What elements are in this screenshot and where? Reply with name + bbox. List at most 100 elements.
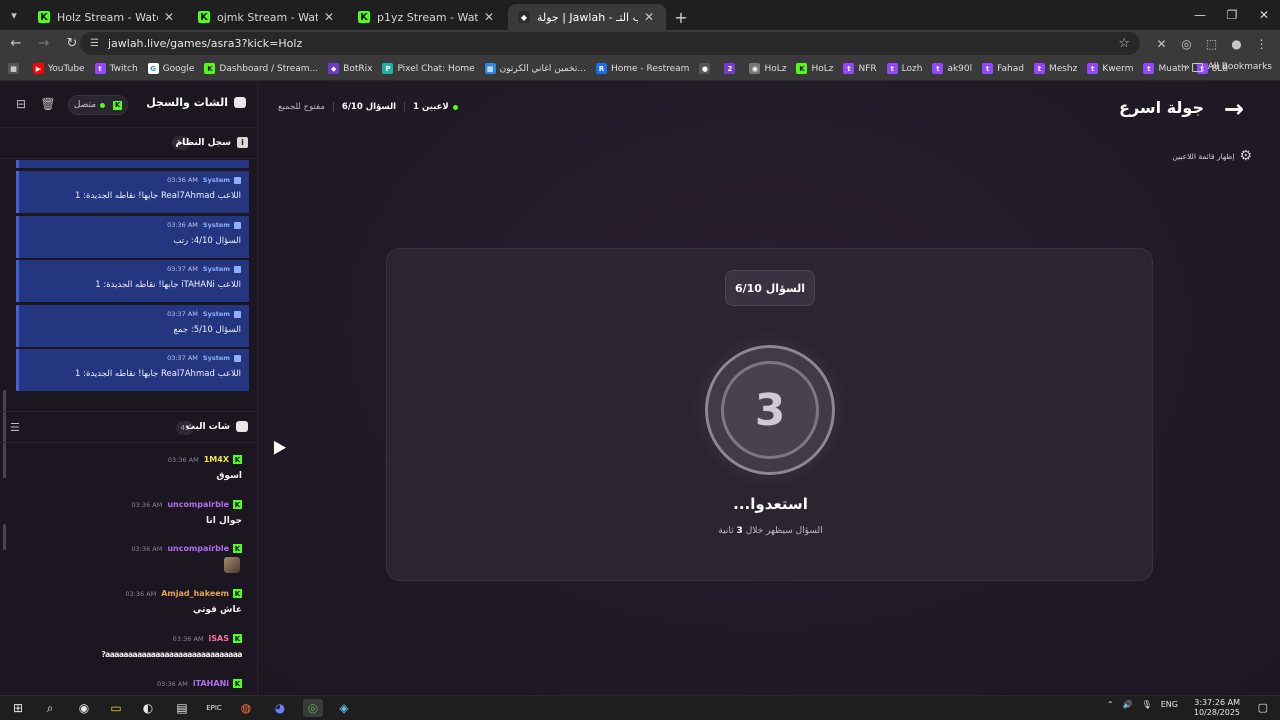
tab-strip: ▾ K Holz Stream - Watch Live on Ki ✕ K o… (0, 0, 1280, 30)
connection-badge: متصل K (68, 95, 128, 115)
steam-icon[interactable]: ◈ (334, 699, 354, 717)
terminal-icon[interactable]: ▤ (172, 699, 192, 717)
bookmark-ak90l[interactable]: t ak90l (932, 63, 972, 74)
close-tab-icon[interactable]: ✕ (162, 10, 176, 24)
forward-icon[interactable]: → (32, 32, 56, 56)
chat-message-text: جوال انا (206, 516, 242, 526)
app-icon[interactable]: ◐ (138, 699, 158, 717)
bookmark-youtube[interactable]: ▶ YouTube (33, 63, 85, 74)
countdown-circle: 3 (705, 345, 835, 475)
language-indicator[interactable]: ENG (1161, 700, 1178, 709)
bookmark-dashboard[interactable]: K Dashboard / Stream... (204, 63, 318, 74)
bookmark-star-icon[interactable]: ☆ (1118, 36, 1130, 51)
bookmark-meshz[interactable]: t Meshz (1033, 63, 1077, 74)
browser-toolbar: ← → ↻ ☰ jawlah.live/games/asra3?kick=Hol… (0, 30, 1280, 57)
back-arrow-icon[interactable]: → (1224, 97, 1244, 121)
chat-bubble-icon (236, 421, 248, 432)
chat-message: 03:36 AM uncompairble K جوال انا (131, 500, 242, 526)
pixel-chat-icon: P (382, 63, 394, 74)
close-tab-icon[interactable]: ✕ (322, 10, 336, 24)
bookmark-kwerm[interactable]: t Kwerm (1087, 63, 1133, 74)
twitch-icon: t (982, 63, 994, 74)
bookmark-restream[interactable]: R Home - Restream (595, 63, 689, 74)
obs-icon[interactable]: ◉ (74, 699, 94, 717)
collapse-sidebar-icon[interactable]: ⊟ (14, 97, 28, 111)
bookmark-pixel-chat[interactable]: P Pixel Chat: Home (382, 63, 475, 74)
chat-username[interactable]: uncompairble (167, 544, 229, 553)
system-message-text: اللاعب Real7Ahmad جابها! نقاطه الجديدة: … (75, 191, 241, 201)
browser-tab[interactable]: K p1yz Stream - Watch Live on Ki ✕ (348, 4, 506, 30)
show-players-button[interactable]: إظهار قائمة اللاعبين ⚙ (1172, 148, 1252, 164)
microphone-icon[interactable]: 🎙 (1142, 700, 1152, 709)
tab-search-icon[interactable]: ▾ (0, 0, 28, 30)
minimize-icon[interactable]: — (1184, 0, 1216, 30)
bookmark-lozh[interactable]: t Lozh (886, 63, 922, 74)
restore-icon[interactable]: ❐ (1216, 0, 1248, 30)
chat-layout-icon[interactable]: ☰ (10, 421, 20, 434)
site-info-icon[interactable]: ☰ (90, 38, 99, 49)
chat-message-text: ?aaaaaaaaaaaaaaaaaaaaaaaaaaaaaa (101, 650, 242, 659)
bookmark-fahad[interactable]: t Fahad (982, 63, 1024, 74)
bookmark-holz[interactable]: ◉ HoLz (749, 63, 786, 74)
close-tab-icon[interactable]: ✕ (642, 10, 656, 24)
volume-icon[interactable]: 🔊 (1123, 700, 1133, 709)
bookmark-muath[interactable]: t Muath (1143, 63, 1187, 74)
player-count: 1 لاعبين (413, 102, 449, 112)
close-tab-icon[interactable]: ✕ (482, 10, 496, 24)
system-message-text: السؤال 4/10: رتب (173, 236, 241, 246)
bookmark-cartoon-songs[interactable]: ▦ تخمين اغاني الكرتون... (484, 63, 586, 74)
close-window-icon[interactable]: ✕ (1248, 0, 1280, 30)
tray-overflow-icon[interactable]: ⌃ (1107, 700, 1114, 709)
game-area: مفتوح للجميع السؤال 6/10 1 لاعبين جولة ا… (258, 82, 1280, 695)
bookmark-twitch[interactable]: t Twitch (94, 63, 138, 74)
extensions-icon[interactable]: ⬚ (1199, 31, 1224, 56)
system-tray: ⌃ 🔊 🎙 ENG (1098, 700, 1178, 709)
taskbar-clock[interactable]: 3:37:26 AM 10/28/2025 (1194, 698, 1240, 718)
bookmark-google[interactable]: G Google (147, 63, 194, 74)
bookmark-holz-kick[interactable]: K HoLz (796, 63, 833, 74)
kick-icon: K (233, 634, 242, 643)
twitch-icon: t (932, 63, 944, 74)
browser-tab-active[interactable]: ◆ جولة | Jawlah - منصة الألعاب التـ ✕ (508, 4, 666, 30)
more-bookmarks-icon[interactable]: » (1184, 62, 1190, 73)
apps-icon[interactable]: ▦ (8, 63, 23, 74)
chat-message-text: اسوق (216, 471, 242, 481)
epic-games-icon[interactable]: EPIC (204, 699, 224, 717)
question-status: السؤال 6/10 (341, 102, 397, 112)
system-log-header[interactable]: 14 سجل النظام i (0, 129, 258, 159)
discord-icon[interactable]: ◕ (270, 699, 290, 717)
back-icon[interactable]: ← (4, 32, 28, 56)
address-bar[interactable]: ☰ jawlah.live/games/asra3?kick=Holz ☆ (80, 32, 1140, 55)
restream-icon: R (595, 63, 607, 74)
chat-username[interactable]: 1M4X (204, 455, 229, 464)
profile-avatar[interactable]: ● (1224, 31, 1249, 56)
incognito-icon[interactable]: ◎ (1174, 31, 1199, 56)
chat-username[interactable]: iTAHANi (193, 679, 229, 688)
bookmarks-bar: ▦ ▶ YouTube t Twitch G Google K Dashboard / … (0, 57, 1280, 81)
file-explorer-icon[interactable]: ▭ (106, 699, 126, 717)
bookmark-botrix[interactable]: ◆ BotRix (328, 63, 372, 74)
chat-username[interactable]: uncompairble (167, 500, 229, 509)
chat-username[interactable]: iSAS (209, 634, 229, 643)
trash-icon[interactable]: 🗑 (40, 97, 55, 111)
browser-tab[interactable]: K ojmk Stream - Watch Live on Ki ✕ (188, 4, 346, 30)
kick-icon: K (198, 11, 210, 23)
chrome-icon[interactable]: ◎ (303, 699, 323, 717)
bookmark-misc[interactable]: ● (699, 63, 714, 74)
firefox-icon[interactable]: ◍ (236, 699, 256, 717)
youtube-icon: ▶ (33, 63, 44, 74)
all-bookmarks-button[interactable]: All Bookmarks (1191, 62, 1272, 72)
stream-chat-header[interactable]: ☰ 49 شات البث (0, 411, 258, 443)
notifications-icon[interactable]: ▢ (1258, 701, 1268, 714)
bookmark-nfr[interactable]: t NFR (843, 63, 877, 74)
toolbar-actions: ✕ ◎ ⬚ ● ⋮ (1149, 31, 1274, 56)
chat-username[interactable]: Amjad_hakeem (161, 589, 229, 598)
new-tab-button[interactable]: + (668, 4, 694, 30)
bookmark-two[interactable]: 2 (724, 63, 739, 74)
mute-tab-icon[interactable]: ✕ (1149, 31, 1174, 56)
search-icon[interactable]: ⌕ (40, 699, 60, 717)
browser-tab[interactable]: K Holz Stream - Watch Live on Ki ✕ (28, 4, 186, 30)
chat-bubble-icon (234, 97, 246, 108)
start-icon[interactable]: ⊞ (8, 699, 28, 717)
menu-icon[interactable]: ⋮ (1249, 31, 1274, 56)
